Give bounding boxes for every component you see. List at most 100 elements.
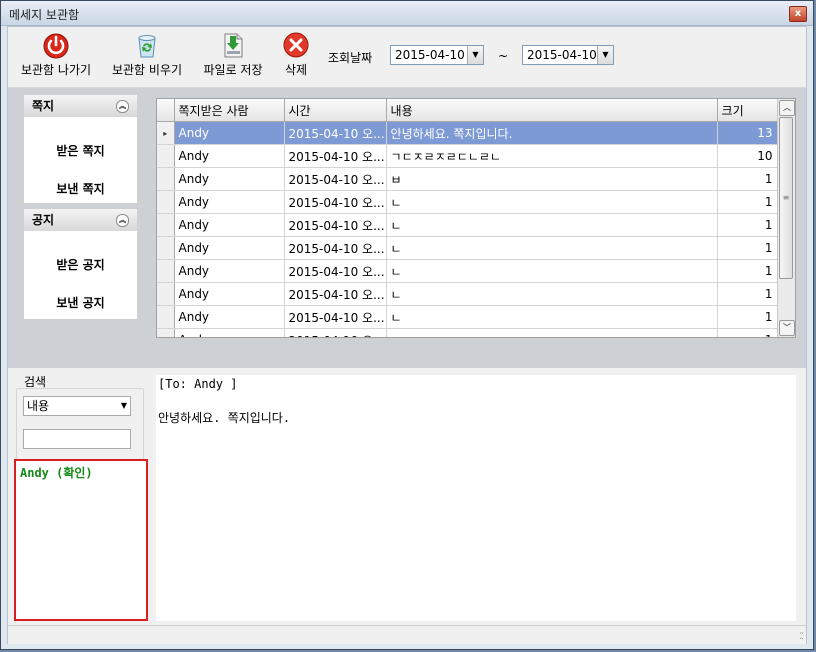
notes-section-header[interactable]: 쪽지 ︽ (24, 95, 137, 117)
resize-grip-icon[interactable]: ⁚⁚ (799, 632, 804, 642)
row-header[interactable] (157, 144, 175, 168)
row-header[interactable] (157, 305, 175, 329)
cell-recipient[interactable]: Andy (174, 305, 285, 329)
cell-size[interactable]: 1 (717, 167, 778, 191)
chevron-down-icon[interactable]: ▼ (467, 46, 483, 64)
sent-notes-item[interactable]: 보낸 쪽지 (24, 170, 137, 208)
search-field-select[interactable]: 내용 ▼ (23, 396, 131, 416)
row-header[interactable] (157, 259, 175, 283)
notices-section-title: 공지 (32, 213, 55, 227)
cell-recipient[interactable]: Andy (174, 190, 285, 214)
cell-time[interactable]: 2015-04-10 오... (284, 190, 387, 214)
chevron-down-icon[interactable]: ▼ (597, 46, 613, 64)
received-notices-item[interactable]: 받은 공지 (24, 246, 137, 284)
cell-size[interactable]: 13 (717, 121, 778, 145)
cell-content[interactable]: ㄱㄷㅈㄹㅈㄹㄷㄴㄹㄴ (386, 144, 718, 168)
table-row[interactable]: Andy2015-04-10 오...ㄴ1 (157, 190, 778, 214)
table-row[interactable]: Andy2015-04-10 오...ㄴ1 (157, 259, 778, 283)
cell-recipient[interactable]: Andy (174, 121, 285, 145)
collapse-chevron-icon[interactable]: ︽ (116, 100, 129, 113)
column-header-time[interactable]: 시간 (284, 99, 387, 122)
delete-label: 삭제 (284, 63, 308, 77)
empty-archive-label: 보관함 비우기 (111, 63, 183, 77)
cell-recipient[interactable]: Andy (174, 144, 285, 168)
vertical-scrollbar[interactable]: ︿ ≡ ﹀ (777, 99, 795, 337)
cell-time[interactable]: 2015-04-10 오... (284, 236, 387, 260)
notices-section-header[interactable]: 공지 ︽ (24, 209, 137, 231)
row-header[interactable] (157, 236, 175, 260)
cell-content[interactable]: ㄴ (386, 259, 718, 283)
table-row[interactable]: Andy2015-04-10 오...ㄴ1 (157, 305, 778, 329)
cell-size[interactable]: 1 (717, 305, 778, 329)
table-row[interactable]: Andy2015-04-10 오...ㄴ1 (157, 282, 778, 306)
row-header[interactable] (157, 328, 175, 337)
cell-size[interactable]: 10 (717, 144, 778, 168)
table-row[interactable]: Andy2015-04-10 오...ㄴ1 (157, 328, 778, 337)
list-item[interactable]: Andy (확인) (20, 464, 93, 481)
cell-size[interactable]: 1 (717, 328, 778, 337)
message-body: 안녕하세요. 쪽지입니다. (158, 411, 291, 425)
cell-time[interactable]: 2015-04-10 오... (284, 213, 387, 237)
row-header[interactable] (157, 190, 175, 214)
message-grid[interactable]: 쪽지받은 사람 시간 내용 크기 ▸ Andy 2015-04-10 오... 안녕하… (156, 98, 796, 338)
date-to-picker[interactable]: 2015-04-10 ▼ (522, 45, 614, 65)
cell-content[interactable]: ㄴ (386, 213, 718, 237)
row-header[interactable]: ▸ (157, 121, 175, 145)
message-viewer[interactable]: [To: Andy ] 안녕하세요. 쪽지입니다. (156, 375, 796, 621)
row-header[interactable] (157, 213, 175, 237)
cell-size[interactable]: 1 (717, 213, 778, 237)
column-header-content[interactable]: 내용 (386, 99, 718, 122)
title-bar[interactable]: 메세지 보관함 x (1, 1, 813, 26)
cell-content[interactable]: 안녕하세요. 쪽지입니다. (386, 121, 718, 145)
table-row[interactable]: Andy 2015-04-10 오... ㄱㄷㅈㄹㅈㄹㄷㄴㄹㄴ 10 (157, 144, 778, 168)
cell-time[interactable]: 2015-04-10 오... (284, 328, 387, 337)
exit-archive-button[interactable]: 보관함 나가기 (16, 31, 96, 78)
table-row[interactable]: Andy 2015-04-10 오... ㅂ 1 (157, 167, 778, 191)
cell-size[interactable]: 1 (717, 236, 778, 260)
collapse-chevron-icon[interactable]: ︽ (116, 214, 129, 227)
cell-content[interactable]: ㄴ (386, 190, 718, 214)
message-archive-window: 메세지 보관함 x 보관함 나가기 보관함 비우기 파일로 저장 삭제 조회날짜… (0, 0, 814, 650)
scroll-up-arrow-icon[interactable]: ︿ (779, 100, 795, 116)
cell-size[interactable]: 1 (717, 190, 778, 214)
column-header-recipient[interactable]: 쪽지받은 사람 (174, 99, 285, 122)
row-header[interactable] (157, 282, 175, 306)
cell-content[interactable]: ㅂ (386, 167, 718, 191)
table-row[interactable]: ▸ Andy 2015-04-10 오... 안녕하세요. 쪽지입니다. 13 (157, 121, 778, 145)
table-row[interactable]: Andy2015-04-10 오...ㄴ1 (157, 213, 778, 237)
cell-content[interactable]: ㄴ (386, 282, 718, 306)
column-header-size[interactable]: 크기 (717, 99, 778, 122)
cell-content[interactable]: ㄴ (386, 305, 718, 329)
save-to-file-button[interactable]: 파일로 저장 (198, 31, 268, 78)
cell-time[interactable]: 2015-04-10 오... (284, 121, 387, 145)
cell-size[interactable]: 1 (717, 282, 778, 306)
cell-recipient[interactable]: Andy (174, 328, 285, 337)
cell-time[interactable]: 2015-04-10 오... (284, 282, 387, 306)
sent-notices-item[interactable]: 보낸 공지 (24, 284, 137, 322)
empty-archive-button[interactable]: 보관함 비우기 (106, 31, 188, 78)
close-button[interactable]: x (789, 6, 807, 22)
cell-time[interactable]: 2015-04-10 오... (284, 259, 387, 283)
window-title: 메세지 보관함 (9, 8, 80, 22)
date-from-picker[interactable]: 2015-04-10 ▼ (390, 45, 484, 65)
row-header[interactable] (157, 167, 175, 191)
cell-content[interactable]: ㄴ (386, 328, 718, 337)
scroll-thumb[interactable]: ≡ (779, 117, 793, 279)
cell-recipient[interactable]: Andy (174, 213, 285, 237)
cell-time[interactable]: 2015-04-10 오... (284, 144, 387, 168)
cell-recipient[interactable]: Andy (174, 259, 285, 283)
cell-time[interactable]: 2015-04-10 오... (284, 305, 387, 329)
cell-recipient[interactable]: Andy (174, 167, 285, 191)
delete-button[interactable]: 삭제 (276, 31, 316, 78)
recipient-status-list[interactable]: Andy (확인) (14, 459, 148, 621)
table-row[interactable]: Andy2015-04-10 오...ㄴ1 (157, 236, 778, 260)
cell-recipient[interactable]: Andy (174, 236, 285, 260)
cell-content[interactable]: ㄴ (386, 236, 718, 260)
received-notes-item[interactable]: 받은 쪽지 (24, 132, 137, 170)
cell-recipient[interactable]: Andy (174, 282, 285, 306)
search-input[interactable] (23, 429, 131, 449)
cell-time[interactable]: 2015-04-10 오... (284, 167, 387, 191)
scroll-down-arrow-icon[interactable]: ﹀ (779, 320, 795, 336)
cell-size[interactable]: 1 (717, 259, 778, 283)
client-area: 보관함 나가기 보관함 비우기 파일로 저장 삭제 조회날짜 2015-04-1… (7, 26, 807, 644)
